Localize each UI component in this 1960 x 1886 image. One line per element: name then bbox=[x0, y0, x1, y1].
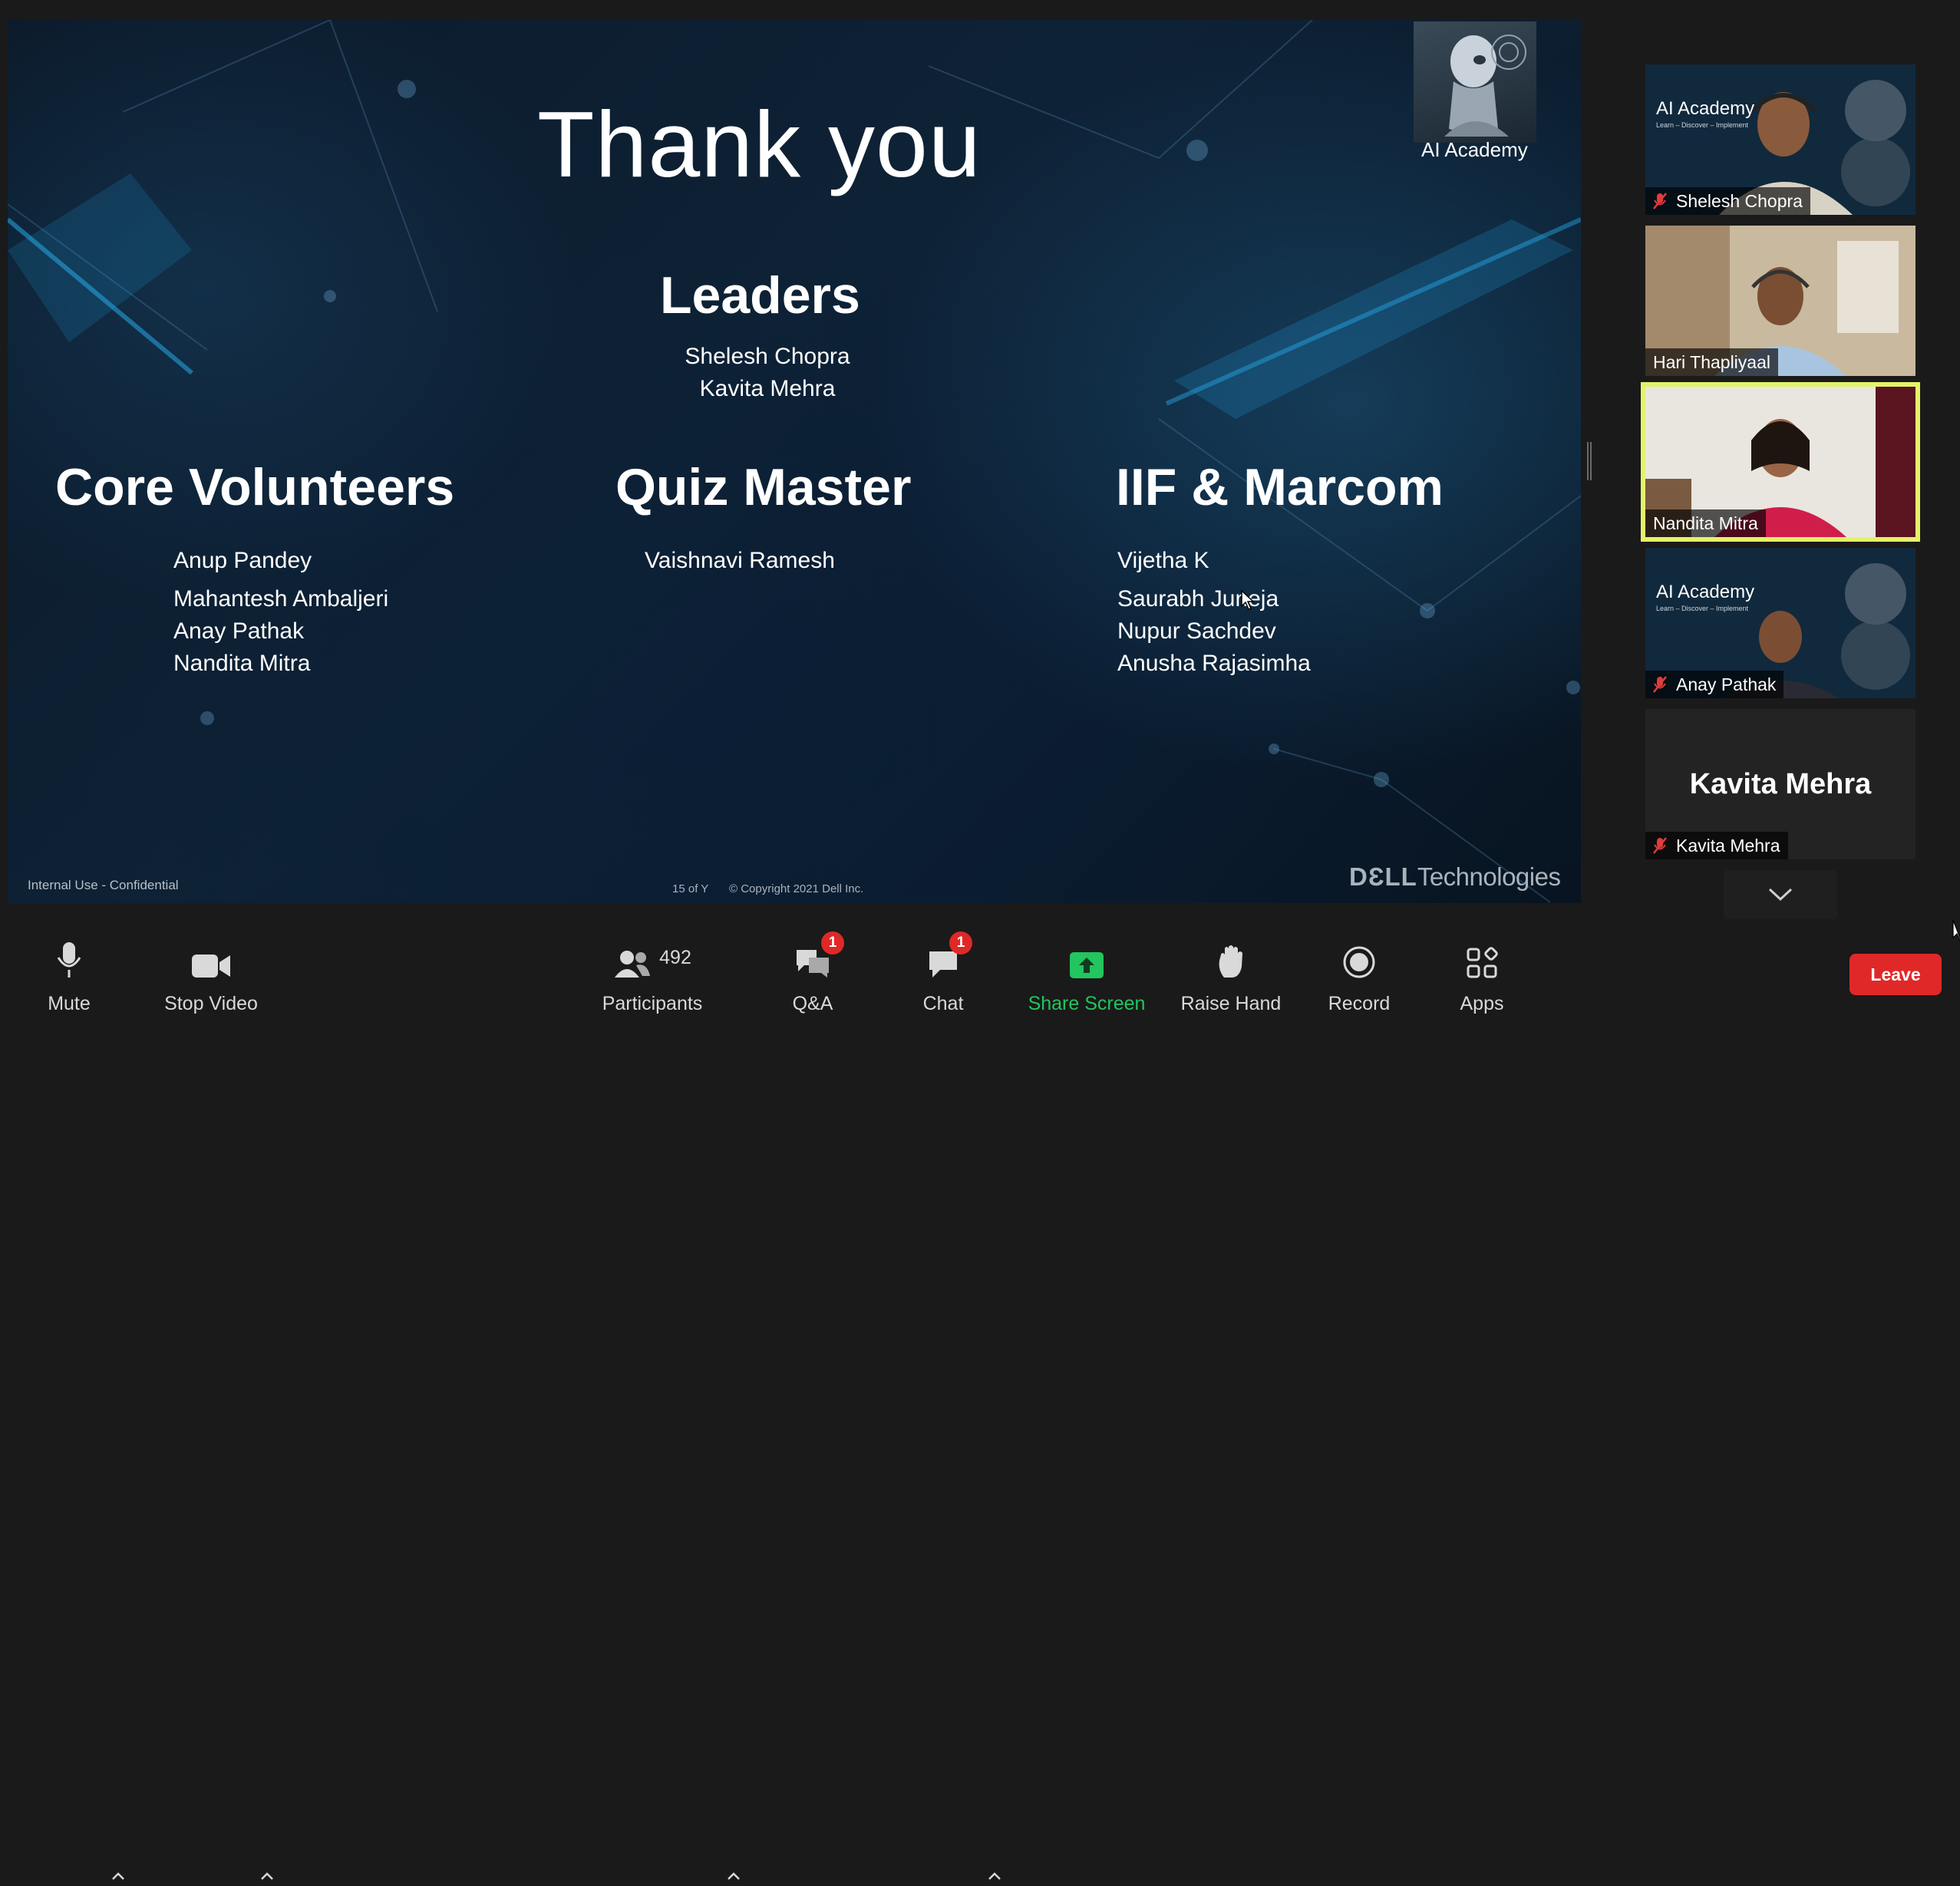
audio-options-caret-icon[interactable] bbox=[109, 1868, 127, 1886]
participant-name: Anay Pathak bbox=[1676, 674, 1777, 694]
video-tile-nandita-mitra-active-speaker[interactable]: Nandita Mitra bbox=[1641, 382, 1920, 542]
quiz-master-name: Vaishnavi Ramesh bbox=[645, 548, 835, 573]
participants-icon bbox=[615, 951, 651, 978]
participant-nameplate: Nandita Mitra bbox=[1645, 509, 1766, 537]
video-tile-hari-thapliyaal[interactable]: Hari Thapliyaal bbox=[1645, 226, 1915, 376]
iif-marcom-list: Vijetha K Saurabh Juneja Nupur Sachdev A… bbox=[1117, 548, 1311, 677]
core-volunteers-list: Anup Pandey Mahantesh Ambaljeri Anay Pat… bbox=[173, 548, 388, 677]
chat-button[interactable]: 1 Chat bbox=[878, 931, 1008, 1015]
technologies-wordmark: Technologies bbox=[1417, 862, 1561, 891]
quiz-master-heading: Quiz Master bbox=[615, 458, 912, 516]
leader-name: Shelesh Chopra bbox=[685, 344, 850, 369]
meeting-toolbar: Mute Stop Video 492 Participants 1 Q&A 1… bbox=[0, 921, 1960, 1880]
panel-splitter-handle[interactable] bbox=[1587, 442, 1592, 480]
dell-wordmark: DƐLL bbox=[1349, 862, 1417, 891]
leader-name: Kavita Mehra bbox=[699, 376, 836, 401]
iif-marcom-heading: IIF & Marcom bbox=[1116, 458, 1444, 516]
participant-name: Shelesh Chopra bbox=[1676, 190, 1803, 211]
volunteer-name: Mahantesh Ambaljeri bbox=[173, 586, 389, 612]
chevron-down-icon bbox=[1768, 888, 1793, 902]
shared-slide: Thank you AI Academy Leaders Shelesh Cho… bbox=[8, 20, 1581, 903]
microphone-icon bbox=[57, 942, 81, 978]
dell-technologies-logo: DƐLLTechnologies bbox=[1349, 862, 1561, 892]
leaders-heading: Leaders bbox=[660, 266, 860, 325]
video-tile-kavita-mehra[interactable]: Kavita Mehra Kavita Mehra bbox=[1645, 709, 1915, 859]
leaders-list: Shelesh Chopra Kavita Mehra bbox=[668, 344, 867, 402]
chat-unread-badge: 1 bbox=[949, 931, 972, 955]
mouse-pointer-icon bbox=[1952, 919, 1960, 942]
logo-label: AI Academy bbox=[1421, 138, 1528, 161]
gallery-next-page-button[interactable] bbox=[1724, 870, 1837, 919]
core-volunteers-heading: Core Volunteers bbox=[55, 458, 455, 516]
tile-brand-subtitle: Learn – Discover – Implement bbox=[1656, 605, 1749, 612]
tile-brand-subtitle: Learn – Discover – Implement bbox=[1656, 121, 1749, 129]
raise-hand-button[interactable]: Raise Hand bbox=[1166, 936, 1296, 1015]
participant-nameplate: Hari Thapliyaal bbox=[1645, 348, 1778, 376]
participants-label: Participants bbox=[602, 993, 703, 1014]
video-options-caret-icon[interactable] bbox=[258, 1868, 276, 1886]
video-camera-icon bbox=[192, 955, 230, 978]
confidential-label: Internal Use - Confidential bbox=[28, 878, 179, 892]
leave-button[interactable]: Leave bbox=[1849, 954, 1942, 995]
marcom-name: Anusha Rajasimha bbox=[1117, 651, 1311, 676]
marcom-name: Nupur Sachdev bbox=[1117, 618, 1276, 644]
participant-name: Nandita Mitra bbox=[1653, 513, 1758, 533]
tile-brand-overlay: AI Academy bbox=[1656, 98, 1755, 119]
participants-caret-icon[interactable] bbox=[724, 1868, 743, 1886]
qa-unread-badge: 1 bbox=[821, 931, 844, 955]
participants-button[interactable]: 492 Participants bbox=[587, 936, 718, 1015]
tile-brand-overlay: AI Academy bbox=[1656, 582, 1755, 602]
record-icon bbox=[1343, 946, 1375, 978]
participant-nameplate: Anay Pathak bbox=[1645, 671, 1784, 698]
raise-hand-icon bbox=[1219, 945, 1242, 978]
slide-page-number: 15 of Y bbox=[672, 882, 709, 895]
record-label: Record bbox=[1328, 993, 1391, 1014]
mic-muted-icon bbox=[1653, 676, 1667, 693]
participant-name: Kavita Mehra bbox=[1676, 835, 1780, 856]
share-screen-icon bbox=[1070, 952, 1104, 978]
video-tile-shelesh-chopra[interactable]: AI Academy Learn – Discover – Implement … bbox=[1645, 64, 1915, 215]
participant-name: Hari Thapliyaal bbox=[1653, 351, 1770, 372]
ai-academy-logo bbox=[1414, 21, 1536, 143]
participant-nameplate: Shelesh Chopra bbox=[1645, 187, 1810, 215]
slide-title: Thank you bbox=[537, 92, 982, 196]
raise-hand-label: Raise Hand bbox=[1180, 993, 1282, 1014]
record-button[interactable]: Record bbox=[1294, 936, 1424, 1015]
slide-cursor-icon bbox=[1241, 589, 1255, 610]
volunteer-name: Anay Pathak bbox=[173, 618, 305, 644]
qa-label: Q&A bbox=[792, 993, 833, 1014]
mic-muted-icon bbox=[1653, 193, 1667, 209]
quiz-master-list: Vaishnavi Ramesh bbox=[645, 548, 835, 574]
mic-muted-icon bbox=[1653, 837, 1667, 854]
video-tile-anay-pathak[interactable]: AI Academy Learn – Discover – Implement … bbox=[1645, 548, 1915, 698]
share-screen-button[interactable]: Share Screen bbox=[1021, 936, 1152, 1015]
chat-label: Chat bbox=[922, 993, 964, 1014]
participants-count: 492 bbox=[659, 946, 691, 968]
participant-nameplate: Kavita Mehra bbox=[1645, 832, 1788, 859]
volunteer-name: Nandita Mitra bbox=[173, 651, 311, 676]
mute-button[interactable]: Mute bbox=[4, 936, 134, 1015]
share-screen-label: Share Screen bbox=[1028, 993, 1146, 1014]
marcom-name: Saurabh Juneja bbox=[1117, 586, 1279, 612]
apps-icon bbox=[1467, 947, 1498, 978]
chat-caret-icon[interactable] bbox=[985, 1868, 1004, 1886]
stop-video-label: Stop Video bbox=[164, 993, 258, 1014]
volunteer-name: Anup Pandey bbox=[173, 548, 312, 573]
marcom-name: Vijetha K bbox=[1117, 548, 1209, 573]
stop-video-button[interactable]: Stop Video bbox=[146, 936, 276, 1015]
mute-label: Mute bbox=[48, 993, 91, 1014]
apps-button[interactable]: Apps bbox=[1417, 936, 1547, 1015]
qa-button[interactable]: 1 Q&A bbox=[747, 931, 878, 1015]
robot-icon bbox=[1444, 35, 1526, 137]
copyright-text: © Copyright 2021 Dell Inc. bbox=[729, 882, 864, 895]
apps-label: Apps bbox=[1460, 993, 1504, 1014]
